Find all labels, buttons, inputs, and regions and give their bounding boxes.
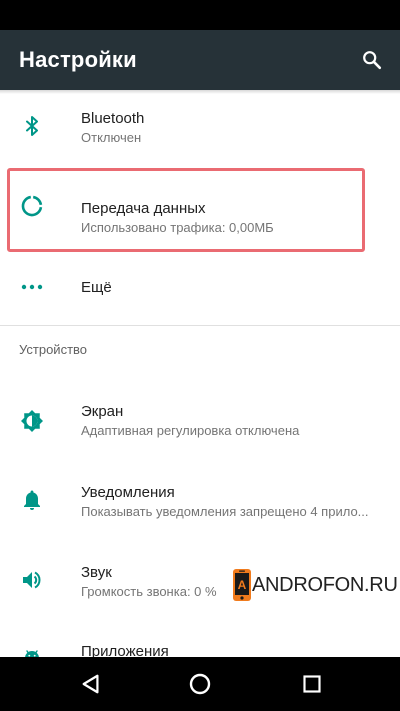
bluetooth-icon: [20, 114, 44, 138]
home-circle-icon: [189, 673, 211, 695]
bell-icon: [20, 488, 44, 512]
settings-item-subtitle: Адаптивная регулировка отключена: [81, 423, 300, 438]
more-horiz-icon: [20, 275, 44, 299]
watermark-text: ANDROFON.RU: [252, 573, 398, 596]
settings-item-apps[interactable]: Приложения: [0, 620, 400, 657]
settings-item-title: Ещё: [81, 279, 112, 296]
recents-square-icon: [303, 675, 321, 693]
brightness-icon: [20, 409, 44, 433]
recents-button[interactable]: [298, 670, 326, 698]
section-divider: [0, 325, 400, 326]
settings-item-title: Bluetooth: [81, 110, 145, 127]
settings-item-title: Звук: [81, 564, 112, 581]
settings-item-title: Экран: [81, 403, 124, 420]
svg-text:A: A: [238, 578, 247, 592]
highlight-frame: [7, 168, 365, 252]
section-header-device: Устройство: [19, 342, 88, 357]
settings-list: Bluetooth Отключен Передача данных Испол…: [0, 90, 400, 657]
status-bar: [0, 0, 400, 30]
back-triangle-icon: [82, 674, 99, 694]
settings-item-display[interactable]: Экран Адаптивная регулировка отключена: [0, 380, 400, 460]
phone-logo-icon: A: [233, 569, 251, 601]
settings-item-more[interactable]: Ещё: [0, 258, 400, 324]
navigation-bar: [0, 657, 400, 711]
settings-item-subtitle: Громкость звонка: 0 %: [81, 584, 217, 599]
settings-item-title: Приложения: [81, 643, 169, 657]
search-button[interactable]: [356, 44, 388, 76]
settings-item-notifications[interactable]: Уведомления Показывать уведомления запре…: [0, 460, 400, 540]
settings-item-subtitle: Отключен: [81, 130, 142, 145]
search-icon: [363, 51, 382, 70]
home-button[interactable]: [186, 670, 214, 698]
settings-item-title: Уведомления: [81, 484, 175, 501]
back-button[interactable]: [77, 670, 105, 698]
page-title: Настройки: [19, 47, 137, 72]
settings-item-subtitle: Показывать уведомления запрещено 4 прило…: [81, 504, 369, 519]
watermark: A ANDROFON.RU: [232, 568, 398, 602]
volume-icon: [20, 568, 44, 592]
android-icon: [20, 647, 44, 657]
app-bar: Настройки: [0, 30, 400, 90]
settings-item-bluetooth[interactable]: Bluetooth Отключен: [0, 90, 400, 166]
